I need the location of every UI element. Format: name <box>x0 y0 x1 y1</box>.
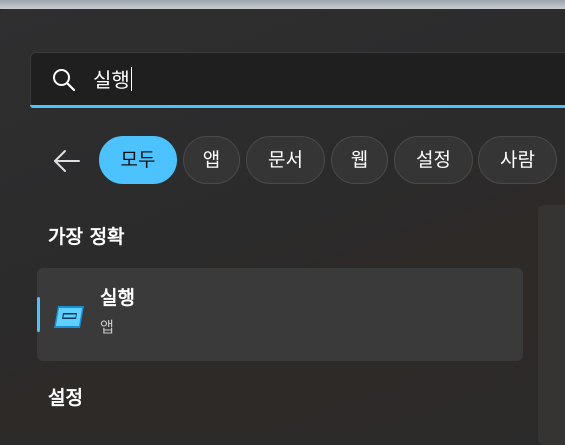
text-caret <box>130 67 132 91</box>
best-match-result[interactable]: 실행 앱 <box>37 268 523 361</box>
filter-tab-documents[interactable]: 문서 <box>246 136 325 184</box>
result-title: 실행 <box>100 287 135 309</box>
search-focus-underline <box>30 105 565 108</box>
preview-pane <box>538 205 565 445</box>
best-match-heading: 가장 정확 <box>48 226 125 248</box>
search-query: 실행 <box>93 68 130 92</box>
filter-tab-people[interactable]: 사람 <box>478 136 557 184</box>
selection-indicator <box>37 297 40 332</box>
search-box[interactable]: 실행 <box>30 52 565 108</box>
filter-tab-web[interactable]: 웹 <box>331 136 388 184</box>
window-top-strip <box>0 0 565 9</box>
filter-tab-all[interactable]: 모두 <box>99 136 177 184</box>
settings-heading: 설정 <box>48 387 83 409</box>
filter-tab-apps[interactable]: 앱 <box>183 136 240 184</box>
run-app-icon <box>54 306 84 328</box>
back-arrow-icon[interactable] <box>52 146 82 176</box>
search-input[interactable]: 실행 <box>93 65 132 95</box>
filter-tab-settings[interactable]: 설정 <box>394 136 473 184</box>
search-icon <box>53 69 76 92</box>
result-type: 앱 <box>100 318 114 336</box>
